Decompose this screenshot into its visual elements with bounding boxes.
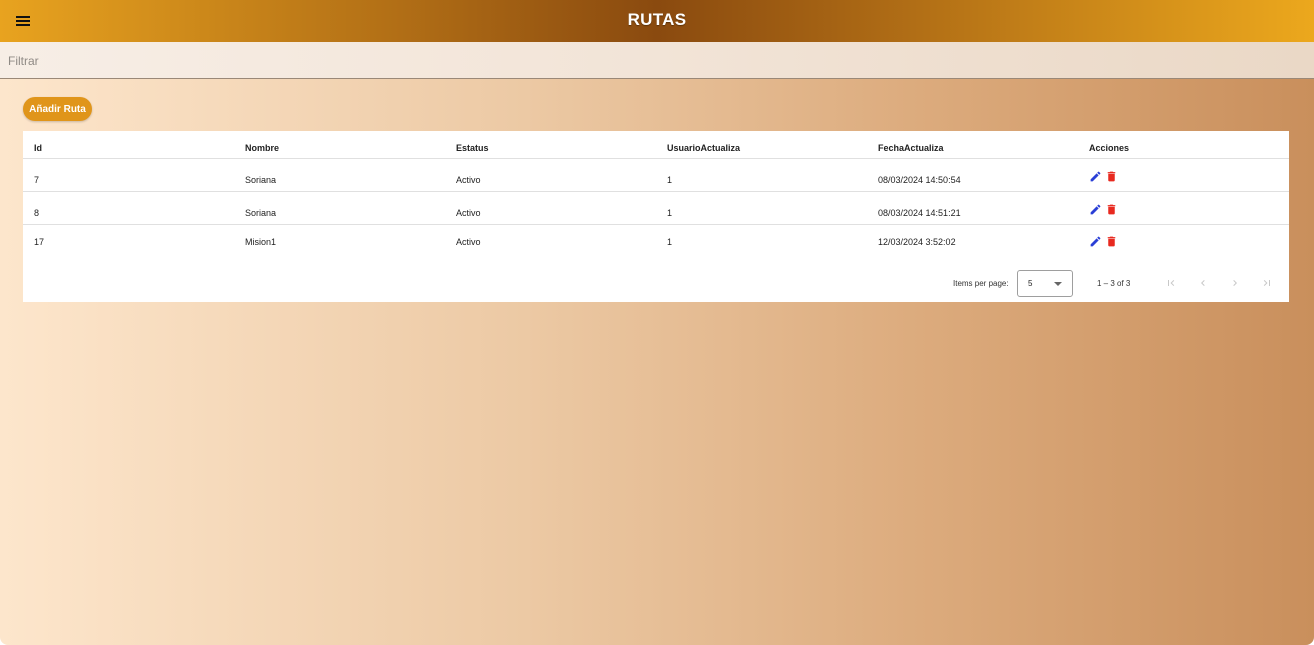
table-header-row: Id Nombre Estatus UsuarioActualiza Fecha… bbox=[23, 131, 1289, 159]
page-title: RUTAS bbox=[627, 10, 687, 29]
column-header-estatus[interactable]: Estatus bbox=[445, 131, 656, 159]
page-size-value: 5 bbox=[1028, 279, 1033, 288]
column-header-fecha[interactable]: FechaActualiza bbox=[867, 131, 1078, 159]
last-page-button[interactable] bbox=[1259, 275, 1275, 291]
filter-bar bbox=[0, 42, 1314, 79]
delete-icon[interactable] bbox=[1105, 170, 1118, 183]
top-toolbar: RUTAS bbox=[0, 0, 1314, 42]
edit-icon[interactable] bbox=[1089, 170, 1102, 183]
column-header-id[interactable]: Id bbox=[23, 131, 234, 159]
table-row: 17 Mision1 Activo 1 12/03/2024 3:52:02 bbox=[23, 224, 1289, 257]
routes-table: Id Nombre Estatus UsuarioActualiza Fecha… bbox=[23, 131, 1289, 257]
cell-estatus: Activo bbox=[445, 158, 656, 192]
cell-id: 7 bbox=[23, 158, 234, 192]
page-range-label: 1 – 3 of 3 bbox=[1097, 279, 1131, 288]
cell-nombre: Soriana bbox=[234, 158, 445, 192]
column-header-nombre[interactable]: Nombre bbox=[234, 131, 445, 159]
delete-icon[interactable] bbox=[1105, 203, 1118, 216]
routes-table-card: Id Nombre Estatus UsuarioActualiza Fecha… bbox=[23, 131, 1289, 302]
cell-estatus: Activo bbox=[445, 191, 656, 225]
previous-page-button[interactable] bbox=[1195, 275, 1211, 291]
first-page-icon bbox=[1168, 280, 1175, 286]
cell-id: 8 bbox=[23, 191, 234, 225]
add-route-button[interactable]: Añadir Ruta bbox=[23, 97, 92, 121]
cell-acciones bbox=[1078, 224, 1289, 257]
next-page-button[interactable] bbox=[1227, 275, 1243, 291]
chevron-right-icon bbox=[1233, 280, 1237, 286]
app-window: RUTAS Añadir Ruta Id Nombre Estatus Usua… bbox=[0, 0, 1314, 645]
items-per-page-label: Items per page: bbox=[953, 279, 1009, 288]
cell-fecha: 08/03/2024 14:51:21 bbox=[867, 191, 1078, 225]
cell-usuario: 1 bbox=[667, 236, 673, 247]
table-row: 7 Soriana Activo 1 08/03/2024 14:50:54 bbox=[23, 158, 1289, 192]
table-row: 8 Soriana Activo 1 08/03/2024 14:51:21 bbox=[23, 191, 1289, 225]
cell-fecha: 08/03/2024 14:50:54 bbox=[867, 158, 1078, 192]
chevron-left-icon bbox=[1201, 280, 1205, 286]
paginator: Items per page: 5 1 – 3 of 3 bbox=[23, 269, 1289, 297]
cell-estatus: Activo bbox=[456, 236, 481, 247]
delete-icon[interactable] bbox=[1105, 235, 1118, 248]
last-page-icon bbox=[1263, 280, 1270, 286]
cell-acciones bbox=[1078, 158, 1289, 192]
column-header-acciones: Acciones bbox=[1078, 131, 1289, 159]
first-page-button[interactable] bbox=[1163, 275, 1179, 291]
page-size-select[interactable]: 5 bbox=[1017, 270, 1073, 297]
edit-icon[interactable] bbox=[1089, 235, 1102, 248]
cell-id: 17 bbox=[34, 236, 45, 247]
cell-usuario: 1 bbox=[656, 158, 867, 192]
cell-usuario: 1 bbox=[656, 191, 867, 225]
cell-nombre: Mision1 bbox=[245, 236, 277, 247]
filter-input[interactable] bbox=[8, 52, 608, 70]
cell-fecha: 12/03/2024 3:52:02 bbox=[878, 236, 956, 247]
cell-acciones bbox=[1078, 191, 1289, 225]
chevron-down-icon bbox=[1054, 282, 1062, 286]
edit-icon[interactable] bbox=[1089, 203, 1102, 216]
cell-nombre: Soriana bbox=[234, 191, 445, 225]
column-header-usuario[interactable]: UsuarioActualiza bbox=[656, 131, 867, 159]
